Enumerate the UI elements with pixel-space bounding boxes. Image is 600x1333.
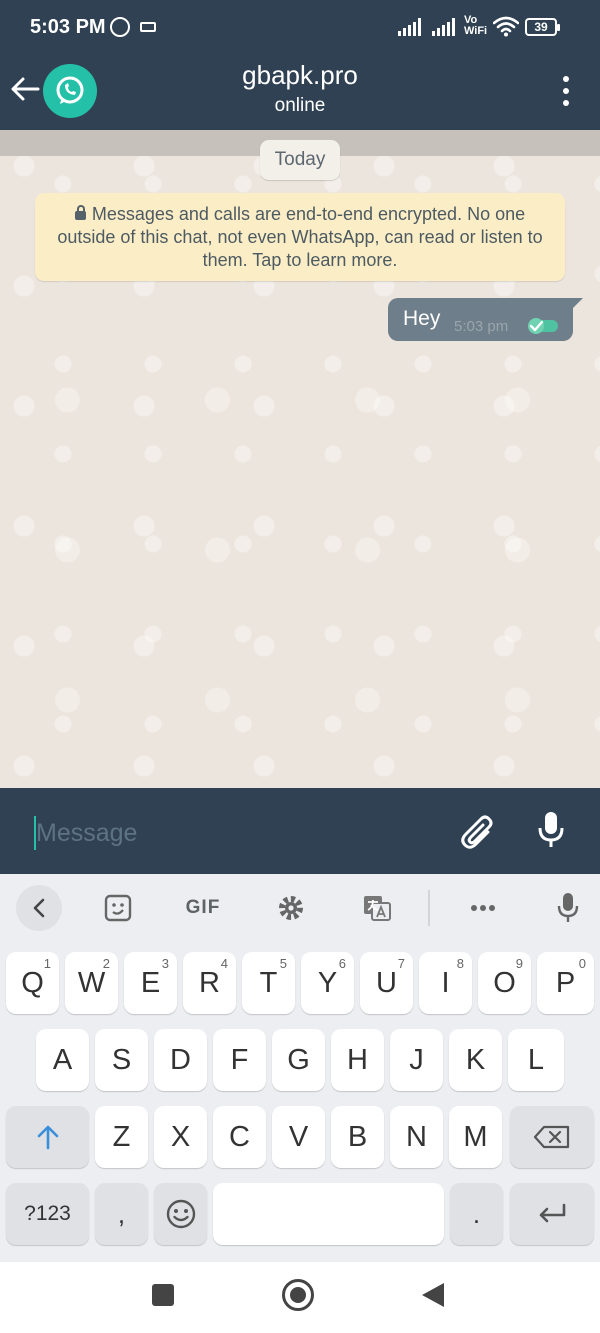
key[interactable]: A [36, 1029, 89, 1091]
key[interactable]: J [390, 1029, 443, 1091]
lock-icon [74, 205, 86, 220]
key[interactable]: N [390, 1106, 443, 1168]
microphone-icon[interactable] [536, 810, 566, 850]
battery-icon: 39 [525, 18, 560, 36]
emoji-icon [166, 1199, 195, 1229]
recent-apps-icon[interactable] [152, 1284, 174, 1306]
whatsapp-notification-icon [110, 17, 130, 37]
chat-messages-area[interactable]: Today Messages and calls are end-to-end … [0, 130, 600, 788]
home-icon[interactable] [282, 1279, 314, 1311]
more-icon[interactable] [466, 890, 500, 926]
vowifi-label: Vo WiFi [464, 14, 488, 37]
key[interactable]: G [272, 1029, 325, 1091]
contact-status: online [274, 95, 326, 116]
read-receipt-icon [528, 318, 558, 334]
on-screen-keyboard: GIF Q1 W2 E3 R4 T5 Y6 U7 I8 O9 P0 A S D … [0, 874, 600, 1262]
gif-button[interactable]: GIF [180, 890, 226, 926]
key[interactable]: F [213, 1029, 266, 1091]
shift-key[interactable] [6, 1106, 89, 1168]
key[interactable]: D [154, 1029, 207, 1091]
encryption-notice[interactable]: Messages and calls are end-to-end encryp… [35, 193, 565, 281]
key[interactable]: V [272, 1106, 325, 1168]
message-input[interactable] [36, 812, 436, 854]
key[interactable]: U7 [360, 952, 413, 1014]
comma-key[interactable]: , [95, 1183, 148, 1245]
key[interactable]: K [449, 1029, 502, 1091]
keyboard-notification-icon [140, 22, 156, 32]
wifi-icon [493, 16, 519, 37]
status-bar: 5:03 PM Vo WiFi 39 [0, 0, 600, 56]
key[interactable]: E3 [124, 952, 177, 1014]
keyboard-collapse-chevron-icon[interactable] [16, 885, 62, 931]
key[interactable]: Y6 [301, 952, 354, 1014]
outgoing-message-bubble[interactable]: Hey 5:03 pm [388, 298, 583, 341]
key[interactable]: R4 [183, 952, 236, 1014]
chat-header: gbapk.pro online [0, 56, 600, 130]
status-time: 5:03 PM [30, 16, 106, 38]
shift-arrow-icon [37, 1125, 58, 1150]
keyboard-toolbar: GIF [0, 874, 600, 942]
system-navigation-bar [0, 1262, 600, 1333]
cell-signal-icon-2 [432, 18, 455, 36]
key[interactable]: P0 [537, 952, 594, 1014]
settings-gear-icon[interactable] [275, 890, 307, 926]
date-chip: Today [260, 140, 340, 180]
sticker-icon[interactable] [102, 890, 134, 926]
key[interactable]: O9 [478, 952, 531, 1014]
key[interactable]: W2 [65, 952, 118, 1014]
key[interactable]: H [331, 1029, 384, 1091]
more-options-icon[interactable] [555, 74, 577, 108]
key[interactable]: Z [95, 1106, 148, 1168]
key[interactable]: S [95, 1029, 148, 1091]
key[interactable]: X [154, 1106, 207, 1168]
enter-icon [539, 1203, 566, 1223]
space-key[interactable] [213, 1183, 444, 1245]
nav-back-icon[interactable] [422, 1283, 444, 1307]
key[interactable]: B [331, 1106, 384, 1168]
key[interactable]: C [213, 1106, 266, 1168]
attach-paperclip-icon[interactable] [460, 812, 496, 852]
emoji-key[interactable] [154, 1183, 207, 1245]
backspace-key[interactable] [510, 1106, 594, 1168]
toolbar-divider [428, 890, 430, 926]
translate-icon[interactable] [360, 890, 394, 926]
encryption-notice-text: Messages and calls are end-to-end encryp… [57, 204, 543, 270]
message-time: 5:03 pm [454, 318, 509, 335]
voice-input-icon[interactable] [554, 890, 582, 926]
key[interactable]: L [508, 1029, 564, 1091]
message-text: Hey [403, 307, 441, 330]
enter-key[interactable] [510, 1183, 594, 1245]
cell-signal-icon [398, 18, 421, 36]
symbols-key[interactable]: ?123 [6, 1183, 89, 1245]
key[interactable]: T5 [242, 952, 295, 1014]
period-key[interactable]: . [450, 1183, 503, 1245]
backspace-icon [533, 1125, 570, 1149]
key[interactable]: I8 [419, 952, 472, 1014]
contact-name[interactable]: gbapk.pro [0, 60, 600, 91]
key[interactable]: M [449, 1106, 502, 1168]
key[interactable]: Q1 [6, 952, 59, 1014]
